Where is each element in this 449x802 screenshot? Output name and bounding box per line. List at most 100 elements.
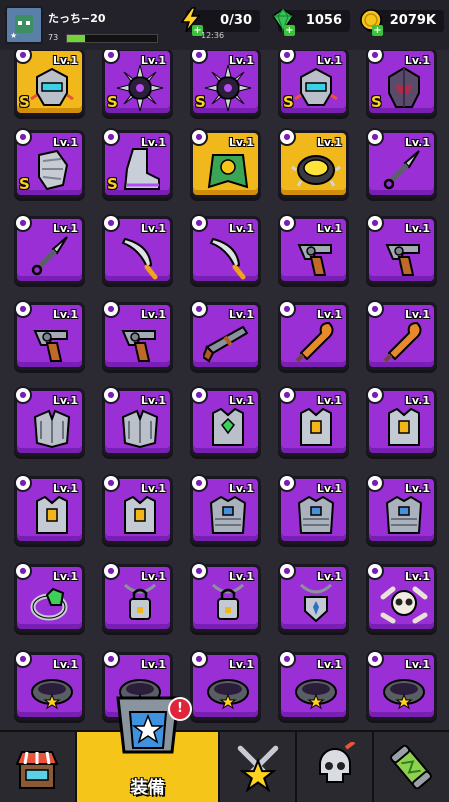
item-tile-steel-shoulder-armor[interactable]: ● Lv.1 [102, 386, 173, 456]
wooden-club-icon [295, 321, 334, 363]
slot-type-icon: ● [190, 562, 208, 580]
item-tile-star-belt[interactable]: ● Lv.1 [366, 650, 437, 720]
item-tile-kunai[interactable]: ● Lv.1 [366, 128, 437, 198]
item-tile-green-gem-vest[interactable]: ● Lv.1 [190, 386, 261, 456]
purple-spiked-helmet-icon [204, 64, 252, 112]
shop-icon [15, 751, 59, 789]
revolver-icon [385, 244, 420, 276]
coin-plus-icon[interactable]: + [372, 25, 383, 36]
item-tile-steel-vest[interactable]: ● Lv.1 [14, 474, 85, 544]
item-tile-shotgun[interactable]: ● Lv.1 [190, 300, 261, 370]
capsule-icon [390, 744, 432, 790]
item-tile-purple-mech-helmet[interactable]: ● Lv.1 S [278, 46, 349, 116]
item-tile-steel-gauntlet[interactable]: ● Lv.1 S [14, 128, 85, 198]
item-tile-blue-plate-armor[interactable]: ● Lv.1 [190, 474, 261, 544]
energy-value: 0/30 [220, 13, 252, 28]
item-tile-star-belt[interactable]: ● Lv.1 [14, 650, 85, 720]
item-tile-kunai[interactable]: ● Lv.1 [14, 214, 85, 284]
slot-type-icon: ● [278, 300, 296, 318]
item-tile-revolver[interactable]: ● Lv.1 [102, 300, 173, 370]
nav-boss[interactable] [297, 732, 374, 802]
item-tile-revolver[interactable]: ● Lv.1 [366, 214, 437, 284]
star-belt-icon [383, 679, 425, 710]
energy-timer: 12:36 [201, 31, 225, 40]
slot-type-icon: ● [190, 128, 208, 146]
item-tile-wooden-club[interactable]: ● Lv.1 [278, 300, 349, 370]
skull-emblem-icon [380, 586, 428, 624]
item-tile-purple-dark-helmet[interactable]: ● Lv.1 S [366, 46, 437, 116]
slot-type-icon: ● [102, 650, 120, 668]
slot-type-icon: ● [278, 562, 296, 580]
blue-plate-armor-icon [297, 495, 335, 534]
energy-counter[interactable]: + 0/30 [180, 7, 260, 36]
item-tile-shield-amulet[interactable]: ● Lv.1 [278, 562, 349, 632]
slot-type-icon: ● [14, 128, 32, 146]
item-tile-machete[interactable]: ● Lv.1 [190, 214, 261, 284]
emerald-ring-icon [30, 587, 68, 621]
item-tile-gold-mech-helmet[interactable]: ● Lv.1 S [14, 46, 85, 116]
nav-battle[interactable] [220, 732, 297, 802]
slot-type-icon: ● [366, 650, 384, 668]
item-tile-steel-boot[interactable]: ● Lv.1 S [102, 128, 173, 198]
machete-icon [121, 237, 158, 280]
slot-type-icon: ● [366, 386, 384, 404]
slot-type-icon: ● [366, 214, 384, 232]
steel-vest-icon [300, 407, 332, 446]
item-tile-lock-necklace[interactable]: ● Lv.1 [102, 562, 173, 632]
nav-lab[interactable] [374, 732, 449, 802]
slot-type-icon: ● [102, 128, 120, 146]
star-belt-icon [295, 679, 337, 710]
slot-type-icon: ● [366, 474, 384, 492]
purple-spiked-helmet-icon [116, 64, 164, 112]
steel-shoulder-armor-icon [33, 409, 71, 449]
item-tile-skull-emblem[interactable]: ● Lv.1 [366, 562, 437, 632]
item-tile-steel-shoulder-armor[interactable]: ● Lv.1 [14, 386, 85, 456]
equipment-grid: ● Lv.1 S ● Lv.1 S ● Lv.1 S ● Lv.1 S ● Lv.1 S ● Lv.1 S ● Lv.… [0, 0, 449, 730]
item-tile-revolver[interactable]: ● Lv.1 [14, 300, 85, 370]
kunai-icon [31, 236, 68, 276]
machete-icon [209, 237, 246, 280]
swords-star-icon [237, 745, 279, 793]
slot-type-icon: ● [102, 300, 120, 318]
item-tile-steel-vest[interactable]: ● Lv.1 [366, 386, 437, 456]
coin-counter[interactable]: + 2079K [360, 9, 444, 36]
item-tile-emerald-ring[interactable]: ● Lv.1 [14, 562, 85, 632]
item-tile-star-belt[interactable]: ● Lv.1 [278, 650, 349, 720]
purple-mech-helmet-icon [294, 67, 338, 106]
gem-counter[interactable]: + 1056 [271, 8, 350, 36]
item-tile-purple-spiked-helmet[interactable]: ● Lv.1 S [190, 46, 261, 116]
gem-value: 1056 [305, 13, 342, 28]
item-tile-gold-spiked-ring[interactable]: ● Lv.1 [278, 128, 349, 198]
slot-type-icon: ● [366, 300, 384, 318]
item-tile-blue-plate-armor[interactable]: ● Lv.1 [366, 474, 437, 544]
gem-plus-icon[interactable]: + [284, 25, 295, 36]
item-tile-star-belt[interactable]: ● Lv.1 [190, 650, 261, 720]
shield-amulet-icon [299, 583, 333, 623]
item-tile-steel-vest[interactable]: ● Lv.1 [278, 386, 349, 456]
slot-type-icon: ● [14, 300, 32, 318]
lock-necklace-icon [211, 583, 245, 620]
nav-shop[interactable] [0, 732, 77, 802]
slot-type-icon: ● [278, 474, 296, 492]
steel-vest-icon [36, 495, 68, 534]
wooden-club-icon [383, 321, 422, 363]
player-level: 73 [48, 33, 59, 42]
item-tile-machete[interactable]: ● Lv.1 [102, 214, 173, 284]
grade-badge: S [283, 93, 294, 111]
revolver-icon [33, 330, 68, 362]
slot-type-icon: ● [278, 128, 296, 146]
item-tile-purple-spiked-helmet[interactable]: ● Lv.1 S [102, 46, 173, 116]
item-tile-lock-necklace[interactable]: ● Lv.1 [190, 562, 261, 632]
item-tile-green-cape[interactable]: ● Lv.1 [190, 128, 261, 198]
grade-badge: S [107, 93, 118, 111]
item-tile-wooden-club[interactable]: ● Lv.1 [366, 300, 437, 370]
steel-vest-icon [124, 495, 156, 534]
item-tile-steel-vest[interactable]: ● Lv.1 [102, 474, 173, 544]
slot-type-icon: ● [102, 214, 120, 232]
player-avatar[interactable]: ★ [5, 6, 43, 44]
equipment-alert-badge: ! [168, 697, 192, 721]
item-tile-revolver[interactable]: ● Lv.1 [278, 214, 349, 284]
slot-type-icon: ● [278, 386, 296, 404]
item-tile-blue-plate-armor[interactable]: ● Lv.1 [278, 474, 349, 544]
star-belt-icon [31, 679, 73, 710]
